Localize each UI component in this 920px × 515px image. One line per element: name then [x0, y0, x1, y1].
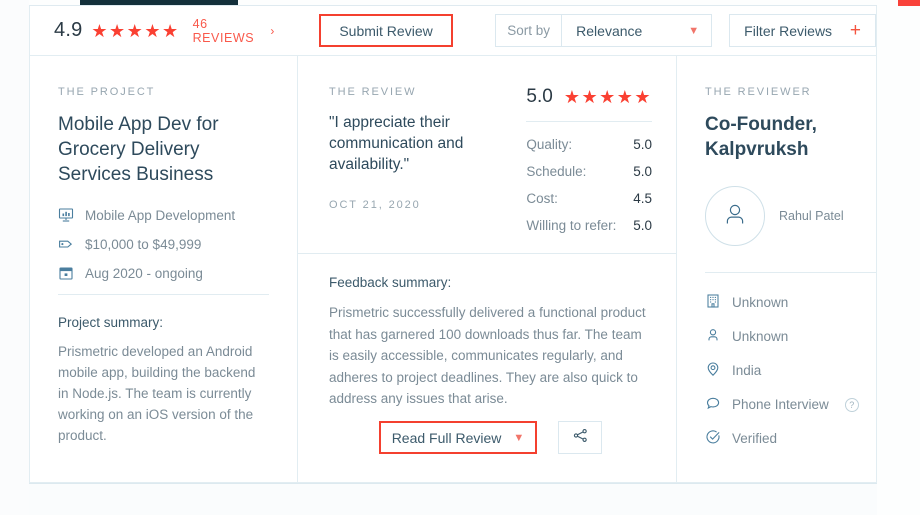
location-pin-icon: [705, 361, 721, 380]
page-bottom-strip: [29, 483, 877, 515]
review-scores-block: 5.0 ★★★★★ Quality: 5.0 Schedule: 5.0 Cos…: [504, 86, 652, 245]
person-avatar-icon: [720, 199, 750, 234]
calendar-icon: [58, 265, 74, 281]
reviews-count-link[interactable]: 46 REVIEWS ›: [193, 17, 275, 45]
reviewer-detail-company: Unknown: [705, 293, 876, 312]
review-overall-score-row: 5.0 ★★★★★: [526, 86, 652, 108]
chat-bubble-icon: [705, 395, 721, 414]
review-card: THE PROJECT Mobile App Dev for Grocery D…: [29, 56, 877, 483]
submit-review-button[interactable]: Submit Review: [318, 14, 454, 47]
project-title: Mobile App Dev for Grocery Delivery Serv…: [58, 114, 219, 185]
metric-schedule-label: Schedule:: [526, 164, 587, 179]
project-meta-timeline: Aug 2020 - ongoing: [58, 265, 269, 281]
metric-cost-label: Cost:: [526, 191, 558, 206]
feedback-summary-block: Feedback summary: Prismetric successfull…: [329, 275, 652, 410]
chevron-down-icon: ▼: [688, 24, 700, 37]
review-quote-block: THE REVIEW "I appreciate their communica…: [329, 86, 504, 245]
sort-select[interactable]: Relevance ▼: [561, 14, 713, 47]
reviewer-detail-verified: Verified: [705, 429, 876, 448]
verified-check-icon: [705, 429, 721, 448]
reviewer-eyebrow: THE REVIEWER: [705, 86, 812, 98]
project-budget-label: $10,000 to $49,999: [85, 236, 202, 252]
review-score-value: 5.0: [526, 86, 553, 107]
project-meta-budget: $10,000 to $49,999: [58, 236, 269, 252]
top-red-marker: [898, 0, 920, 6]
review-section-divider: [298, 253, 676, 254]
feedback-summary-text: Prismetric successfully delivered a func…: [329, 305, 646, 406]
reviewer-location-label: India: [732, 363, 762, 378]
review-score-divider: [526, 121, 652, 122]
project-column: THE PROJECT Mobile App Dev for Grocery D…: [30, 56, 298, 482]
plus-icon: +: [849, 20, 861, 41]
sort-control-group: Sort by Relevance ▼: [495, 14, 713, 47]
reviewer-size-label: Unknown: [732, 329, 789, 344]
sort-selected-value: Relevance: [576, 22, 643, 39]
metric-willing-to-refer: Willing to refer: 5.0: [526, 218, 652, 233]
chevron-right-icon: ›: [270, 23, 275, 38]
reviewer-detail-interview-type: Phone Interview ?: [705, 395, 876, 414]
read-full-review-button[interactable]: Read Full Review ▼: [379, 421, 537, 454]
feedback-summary-label: Feedback summary:: [329, 275, 452, 290]
reviewer-company-label: Unknown: [732, 295, 789, 310]
reviewer-verified-label: Verified: [732, 431, 778, 446]
review-page: 4.9 ★★★★★ 46 REVIEWS › Submit Review Sor…: [0, 0, 920, 515]
project-divider: [58, 294, 269, 295]
review-column: THE REVIEW "I appreciate their communica…: [298, 56, 677, 482]
review-quote: "I appreciate their communication and av…: [329, 114, 464, 173]
metric-quality-label: Quality:: [526, 137, 573, 152]
project-summary-label: Project summary:: [58, 315, 164, 330]
avatar: [705, 186, 765, 246]
page-left-gutter: [0, 0, 29, 515]
review-eyebrow: THE REVIEW: [329, 86, 417, 98]
filter-reviews-button[interactable]: Filter Reviews +: [729, 14, 876, 47]
project-eyebrow: THE PROJECT: [58, 86, 156, 98]
metric-willing-label: Willing to refer:: [526, 218, 617, 233]
review-actions: Read Full Review ▼: [329, 421, 652, 454]
help-question-icon[interactable]: ?: [844, 397, 859, 412]
filter-reviews-label: Filter Reviews: [744, 22, 833, 39]
overall-stars-icon: ★★★★★: [91, 20, 180, 41]
project-summary-text: Prismetric developed an Android mobile a…: [58, 344, 256, 443]
overall-rating-cluster: 4.9 ★★★★★ 46 REVIEWS ›: [54, 17, 275, 45]
read-full-review-label: Read Full Review: [391, 429, 502, 446]
metric-quality-value: 5.0: [633, 137, 652, 152]
price-tag-icon: [58, 236, 74, 252]
metric-willing-value: 5.0: [633, 218, 652, 233]
sort-by-label: Sort by: [495, 14, 562, 47]
reviewer-identity: Rahul Patel: [705, 186, 876, 246]
reviewer-detail-location: India: [705, 361, 876, 380]
person-icon: [705, 327, 721, 346]
project-service-label: Mobile App Development: [85, 207, 236, 223]
metric-quality: Quality: 5.0: [526, 137, 652, 152]
metric-cost-value: 4.5: [633, 191, 652, 206]
presentation-chart-icon: [58, 207, 74, 223]
overall-rating-score: 4.9: [54, 19, 83, 41]
project-timeline-label: Aug 2020 - ongoing: [85, 265, 203, 281]
building-icon: [705, 293, 721, 312]
share-button[interactable]: [558, 421, 602, 454]
reviewer-divider: [705, 272, 876, 273]
page-right-gutter: [877, 0, 920, 515]
submit-review-label: Submit Review: [339, 22, 433, 39]
reviewer-detail-size: Unknown: [705, 327, 876, 346]
metric-schedule-value: 5.0: [633, 164, 652, 179]
metric-schedule: Schedule: 5.0: [526, 164, 652, 179]
chevron-down-icon: ▼: [513, 431, 525, 444]
reviewer-name: Rahul Patel: [779, 208, 844, 223]
reviews-count-label: 46 REVIEWS: [192, 16, 255, 45]
review-stars-icon: ★★★★★: [563, 87, 652, 107]
review-top-section: THE REVIEW "I appreciate their communica…: [329, 86, 652, 245]
reviewer-title: Co-Founder, Kalpvruksh: [705, 114, 817, 160]
review-date: OCT 21, 2020: [329, 199, 421, 211]
reviewer-interview-label: Phone Interview: [732, 397, 829, 412]
reviewer-column: THE REVIEWER Co-Founder, Kalpvruksh Rahu…: [677, 56, 876, 482]
metric-cost: Cost: 4.5: [526, 191, 652, 206]
share-icon: [572, 427, 589, 449]
project-meta-service: Mobile App Development: [58, 207, 269, 223]
reviews-toolbar: 4.9 ★★★★★ 46 REVIEWS › Submit Review Sor…: [29, 6, 877, 56]
